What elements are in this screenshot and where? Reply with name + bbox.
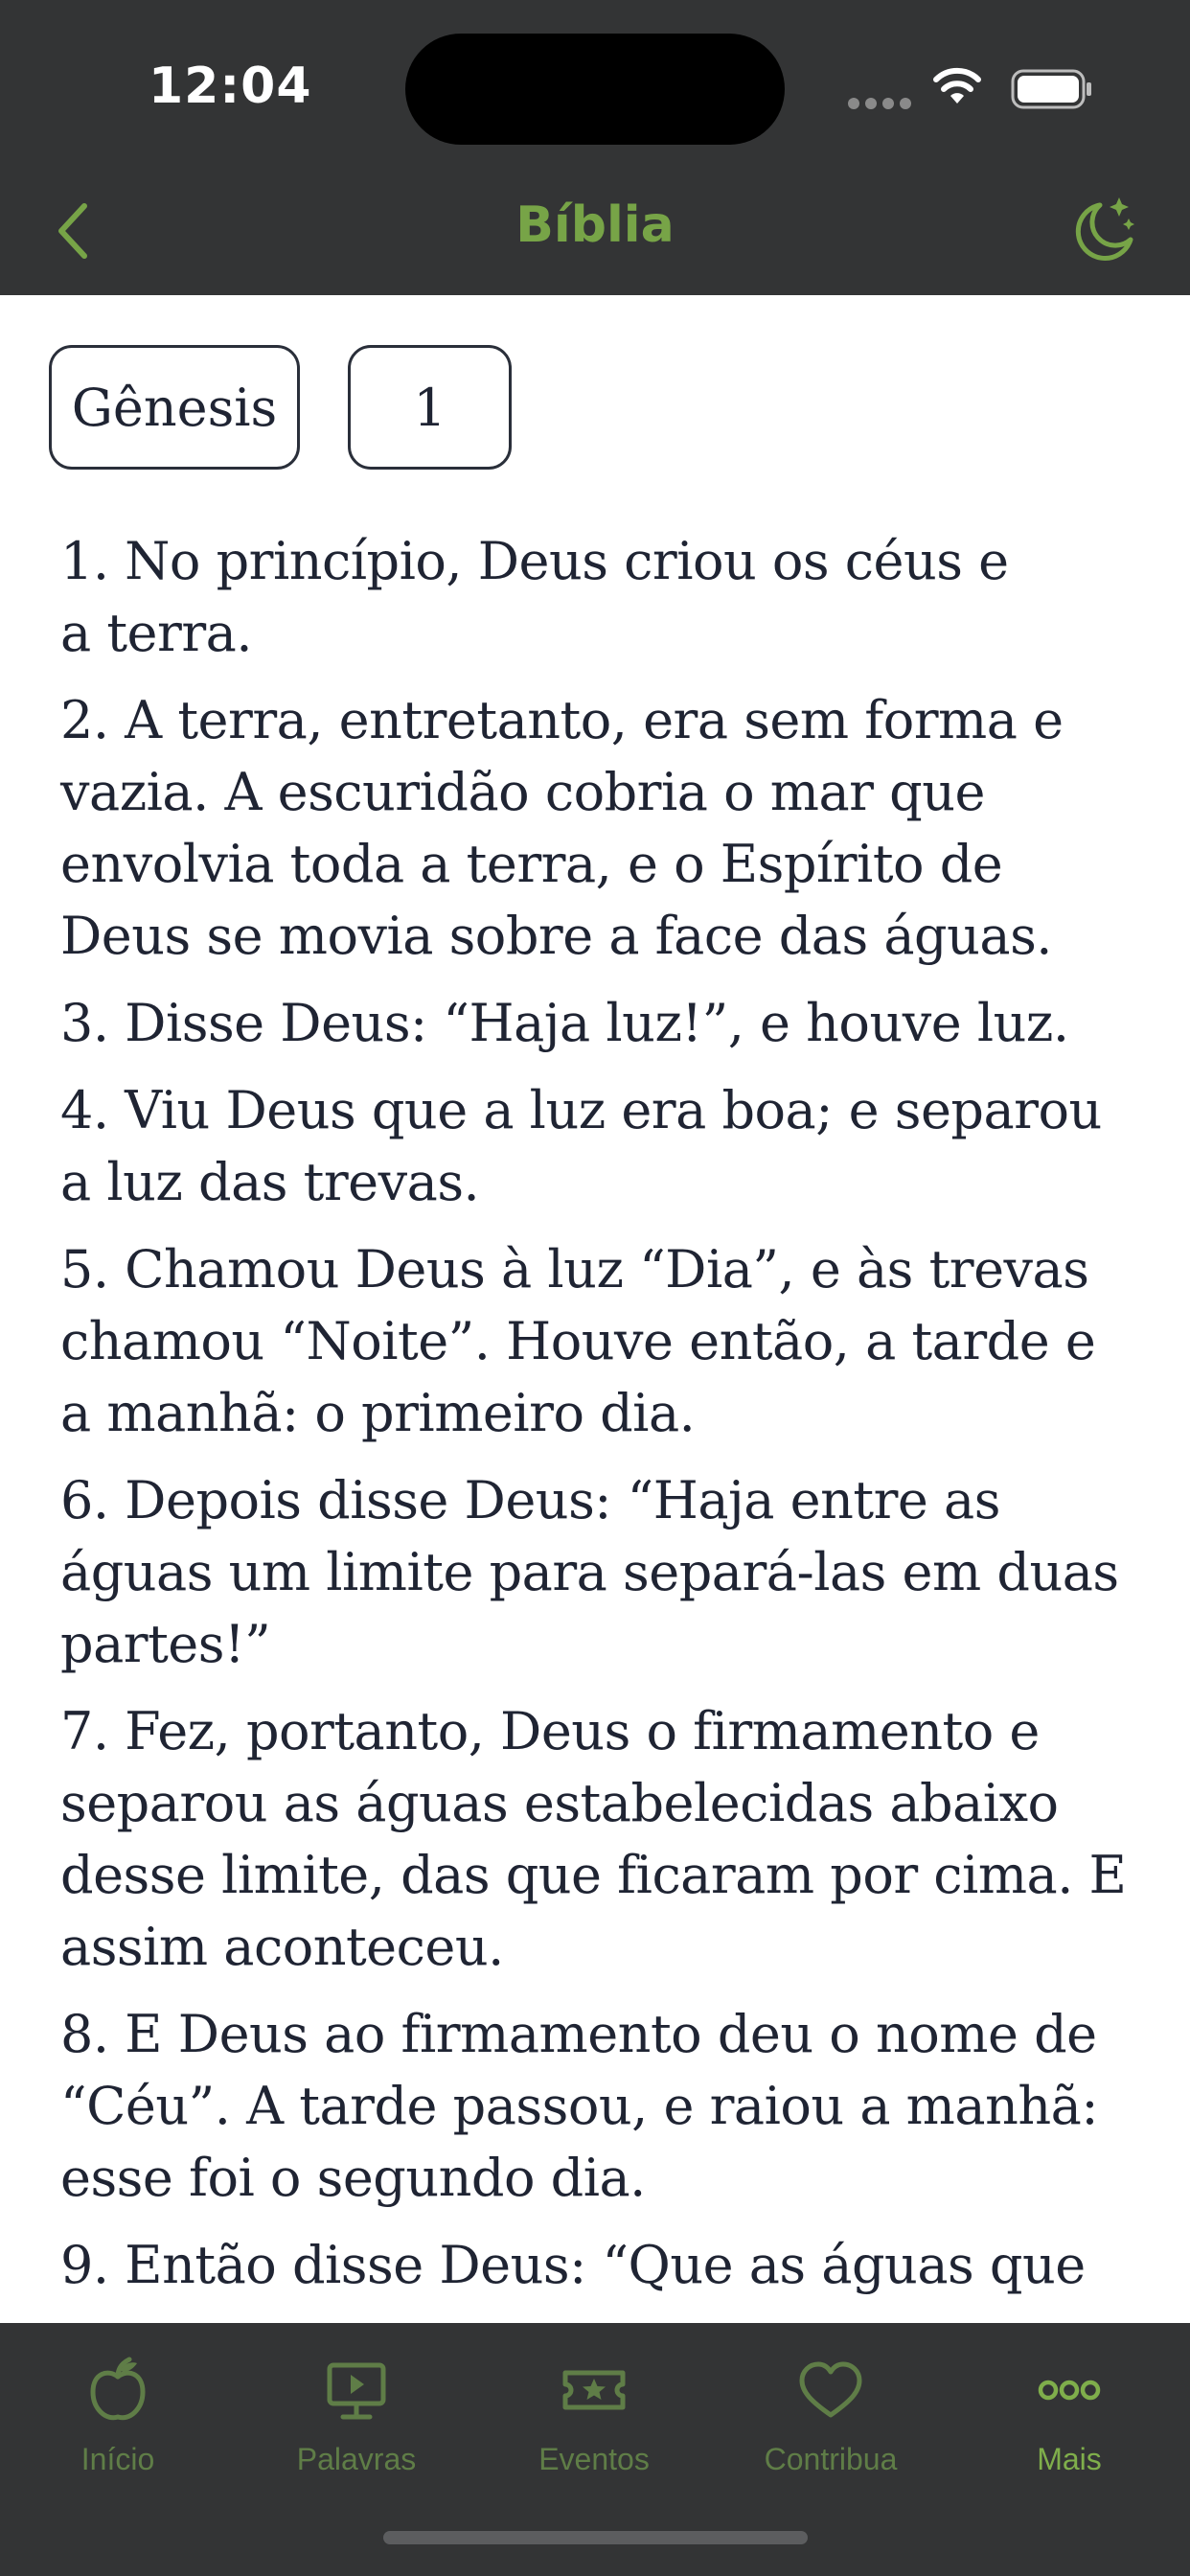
verse: 9. Então disse Deus: “Que as águas que [60, 2235, 1086, 2295]
verse: 1. No princípio, Deus criou os céus e a … [60, 531, 1009, 663]
tab-label: Palavras [296, 2442, 417, 2476]
chapter-selector[interactable]: 1 [348, 345, 512, 470]
tab-inicio[interactable]: Início [22, 2352, 214, 2477]
tab-palavras[interactable]: Palavras [261, 2352, 452, 2477]
tab-label: Mais [1037, 2442, 1102, 2476]
book-selector[interactable]: Gênesis [49, 345, 300, 470]
wifi-icon [933, 67, 981, 104]
screen: 12:04 Bíblia Gênesis 1 1. No princípio, … [0, 0, 1190, 2576]
verse: 5. Chamou Deus à luz “Dia”, e às trevas … [60, 1239, 1096, 1443]
apple-icon [90, 2357, 146, 2421]
verse: 2. A terra, entretanto, era sem forma e … [60, 690, 1064, 966]
verse: 4. Viu Deus que a luz era boa; e separou… [60, 1080, 1102, 1212]
theme-toggle-button[interactable] [1071, 192, 1138, 263]
tab-label: Contribua [764, 2442, 898, 2476]
top-bar: 12:04 Bíblia [0, 0, 1190, 295]
monitor-icon [327, 2362, 386, 2420]
home-indicator [383, 2531, 808, 2544]
heart-icon [799, 2361, 862, 2418]
moon-stars-icon [1075, 197, 1134, 261]
verse: 7. Fez, portanto, Deus o firmamento e se… [60, 1701, 1127, 1977]
tab-eventos[interactable]: Eventos [498, 2352, 690, 2477]
dynamic-island [405, 34, 785, 145]
status-time: 12:04 [149, 58, 312, 115]
tab-label: Eventos [538, 2442, 650, 2476]
tab-contribua[interactable]: Contribua [735, 2352, 927, 2477]
ticket-star-icon [562, 2370, 626, 2410]
battery-icon [1011, 69, 1091, 109]
reader-content: Gênesis 1 1. No princípio, Deus criou os… [0, 295, 1190, 2323]
verse: 8. E Deus ao firmamento deu o nome de “C… [60, 2004, 1099, 2208]
verse: 6. Depois disse Deus: “Haja entre as águ… [60, 1470, 1119, 1674]
more-dots-icon [1038, 2380, 1101, 2401]
verse-list: 1. No princípio, Deus criou os céus e a … [60, 525, 1133, 2316]
page-title: Bíblia [515, 196, 675, 254]
verse: 3. Disse Deus: “Haja luz!”, e houve luz. [60, 993, 1069, 1053]
tab-label: Início [80, 2442, 155, 2476]
tab-mais[interactable]: Mais [973, 2352, 1165, 2477]
